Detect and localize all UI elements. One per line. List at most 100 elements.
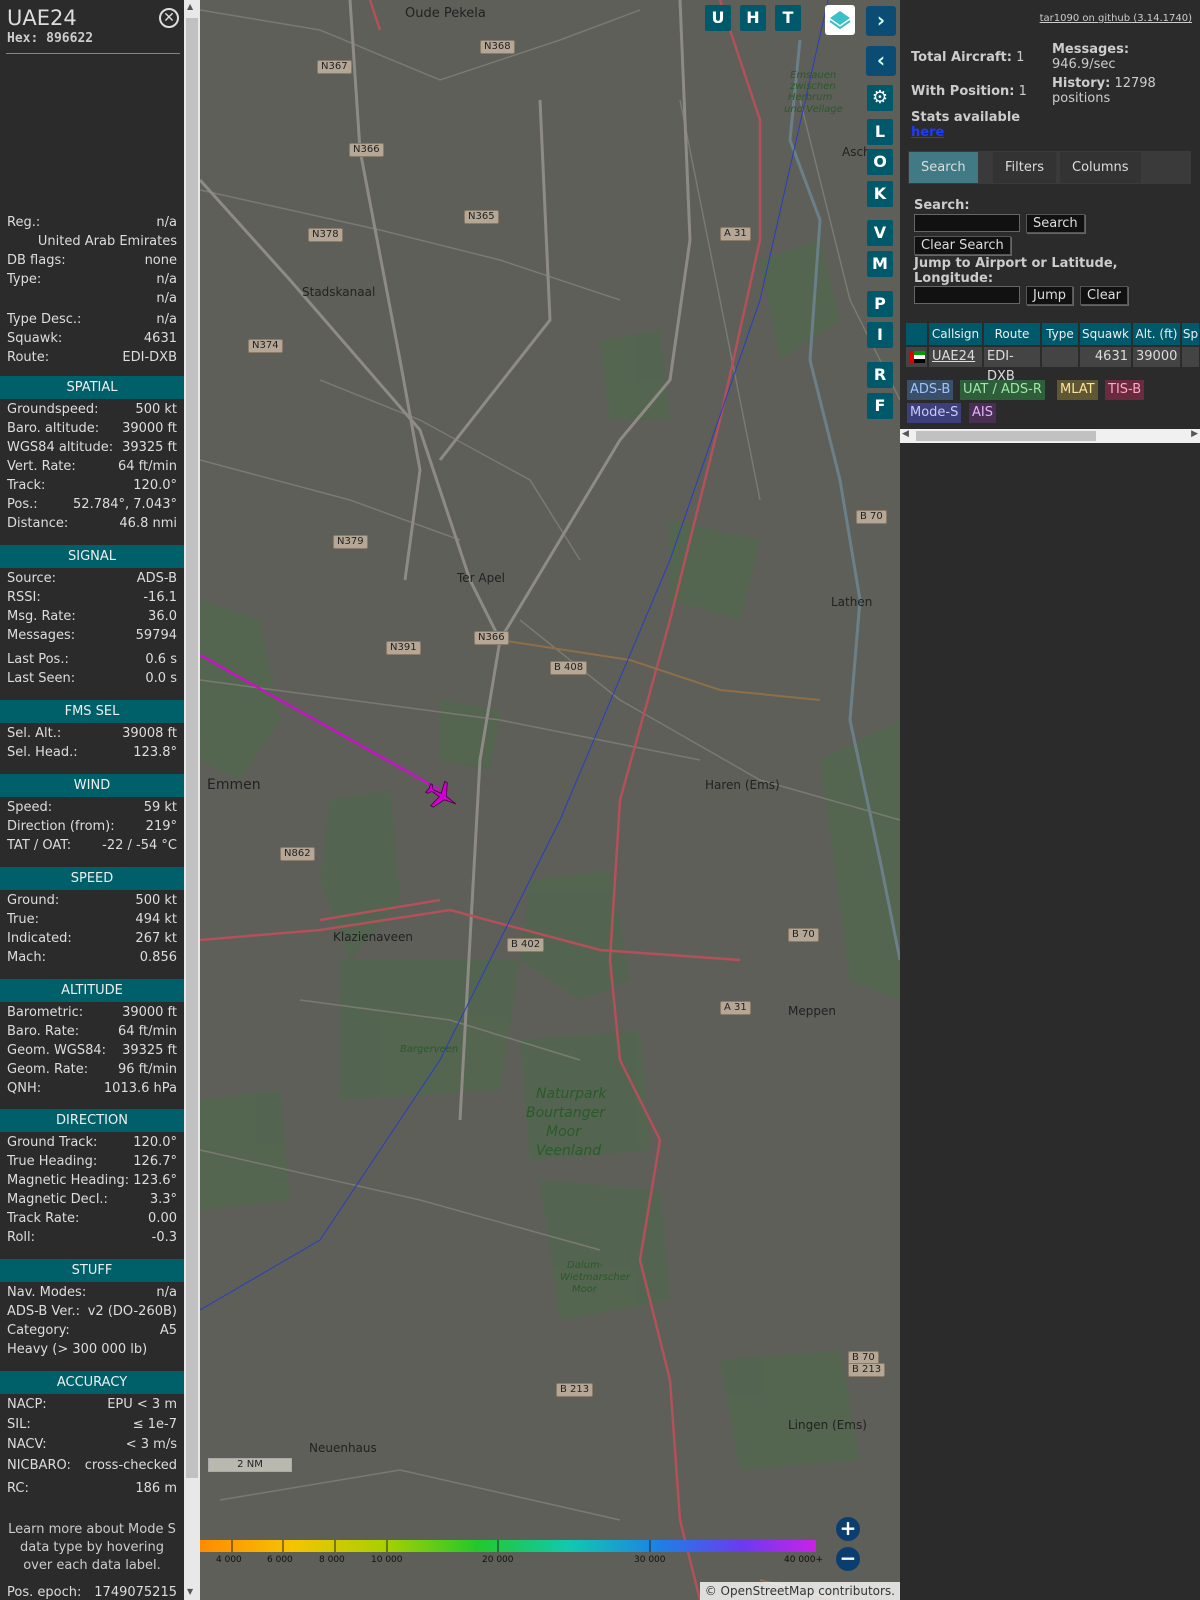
info-value: -16.1	[143, 590, 177, 605]
source-filter-chip[interactable]: UAT / ADS-R	[960, 380, 1045, 400]
map-place-label: Dalum-	[567, 1260, 604, 1271]
map-toggle-button-m[interactable]: M	[867, 251, 893, 277]
section-header-accuracy[interactable]: ACCURACY	[0, 1371, 184, 1394]
info-label: Speed:	[7, 800, 53, 815]
map-place-label: Neuenhaus	[309, 1441, 377, 1455]
table-header-squawk[interactable]: Squawk	[1080, 323, 1132, 345]
info-label: Pos.:	[7, 497, 38, 512]
table-header-speed[interactable]: Sp	[1182, 323, 1200, 345]
map-toggle-button-k[interactable]: K	[867, 181, 893, 207]
stats-link[interactable]: here	[911, 125, 944, 140]
gear-icon: ⚙	[871, 87, 889, 108]
search-button[interactable]: Search	[1026, 214, 1085, 233]
info-value: 39325 ft	[122, 1043, 177, 1058]
jump-input[interactable]	[914, 286, 1020, 304]
info-value: 120.0°	[133, 478, 177, 493]
map-place-label: Ter Apel	[457, 571, 505, 585]
jump-button[interactable]: Jump	[1026, 286, 1073, 305]
source-filter-chip[interactable]: Mode-S	[907, 403, 962, 423]
info-label: Baro. Rate:	[7, 1024, 80, 1039]
section-header-fms[interactable]: FMS SEL	[0, 700, 184, 723]
info-value: 186 m	[135, 1481, 177, 1496]
info-value: 1749075215	[94, 1585, 177, 1600]
section-header-spatial[interactable]: SPATIAL	[0, 376, 184, 399]
map-toggle-button-h[interactable]: H	[740, 5, 766, 31]
map-toggle-button-v[interactable]: V	[867, 220, 893, 246]
callsign-cell[interactable]: UAE24	[929, 347, 983, 367]
source-filter-chip[interactable]: ADS-B	[907, 380, 954, 400]
map-view[interactable]: Oude Pekela Stadskanaal Ter Apel Emmen Klazi…	[200, 0, 900, 1600]
messages-label: Messages:	[1052, 42, 1130, 57]
map-place-label: Lingen (Ems)	[788, 1418, 867, 1432]
table-header-callsign[interactable]: Callsign	[929, 323, 983, 345]
clear-button[interactable]: Clear	[1080, 286, 1128, 305]
map-toggle-button-f[interactable]: F	[867, 393, 893, 419]
section-header-signal[interactable]: SIGNAL	[0, 545, 184, 568]
map-toggle-button-o[interactable]: O	[867, 149, 893, 175]
close-icon[interactable]: ✕	[159, 8, 179, 28]
info-label: Pos. epoch:	[7, 1585, 82, 1600]
source-filter-chip[interactable]: MLAT	[1057, 380, 1098, 400]
info-label: QNH:	[7, 1081, 42, 1096]
table-header-altitude[interactable]: Alt. (ft)	[1133, 323, 1181, 345]
road-shield: B 70	[788, 928, 819, 942]
map-toggle-button-u[interactable]: U	[705, 5, 731, 31]
info-label: Nav. Modes:	[7, 1285, 87, 1300]
road-shield: N379	[333, 535, 368, 549]
settings-button[interactable]: ⚙	[867, 85, 893, 111]
info-value: -22 / -54 °C	[102, 838, 177, 853]
scroll-left-icon[interactable]: ◀	[902, 429, 909, 439]
section-header-altitude[interactable]: ALTITUDE	[0, 979, 184, 1002]
scroll-down-icon[interactable]: ▼	[187, 1587, 193, 1596]
info-value: none	[144, 253, 177, 268]
github-link[interactable]: tar1090 on github (3.14.1740)	[1040, 13, 1192, 24]
map-place-label: Moor	[546, 1124, 581, 1140]
info-value: 267 kt	[135, 931, 177, 946]
search-input[interactable]	[914, 214, 1020, 232]
scroll-right-icon[interactable]: ▶	[1191, 429, 1198, 439]
info-value: 96 ft/min	[117, 1062, 177, 1077]
section-header-stuff[interactable]: STUFF	[0, 1259, 184, 1282]
openstreetmap-link[interactable]: OpenStreetMap	[721, 1584, 815, 1598]
map-toggle-button-r[interactable]: R	[867, 362, 893, 388]
map-place-label: Wietmarscher	[560, 1272, 631, 1283]
zoom-out-button[interactable]: −	[836, 1547, 860, 1571]
map-toggle-button-l[interactable]: L	[867, 119, 893, 145]
expand-panel-button[interactable]: ›	[866, 6, 896, 36]
info-label: Sel. Head.:	[7, 745, 78, 760]
tab-columns[interactable]: Columns	[1060, 152, 1141, 183]
source-filter-chip[interactable]: AIS	[969, 403, 996, 423]
map-toggle-button-i[interactable]: I	[867, 322, 893, 348]
info-value: A5	[159, 1323, 177, 1338]
tab-filters[interactable]: Filters	[993, 152, 1056, 183]
section-header-wind[interactable]: WIND	[0, 774, 184, 797]
section-header-direction[interactable]: DIRECTION	[0, 1109, 184, 1132]
map-scale: 2 NM	[208, 1458, 292, 1472]
colorbar-tick-label: 8 000	[319, 1555, 345, 1565]
sidebar-scrollbar[interactable]: ▲ ▼	[184, 0, 200, 1600]
info-label: Magnetic Heading:	[7, 1173, 130, 1188]
map-toggle-button-p[interactable]: P	[867, 291, 893, 317]
info-value: 39000 ft	[122, 421, 177, 436]
table-header-route[interactable]: Route	[984, 323, 1041, 345]
collapse-panel-button[interactable]: ‹	[866, 46, 896, 76]
clear-search-button[interactable]: Clear Search	[914, 236, 1011, 255]
hscrollbar-thumb[interactable]	[916, 431, 1096, 441]
scrollbar-thumb[interactable]	[186, 18, 198, 1478]
map-place-label: Oude Pekela	[405, 6, 486, 21]
map-place-label: Herbrum	[788, 92, 833, 103]
info-label: TAT / OAT:	[7, 838, 72, 853]
section-header-speed[interactable]: SPEED	[0, 867, 184, 890]
scroll-up-icon[interactable]: ▲	[187, 2, 193, 11]
tab-search[interactable]: Search	[909, 152, 978, 183]
info-value: 494 kt	[135, 912, 177, 927]
aircraft-callsign-title: UAE24	[7, 6, 77, 30]
layers-button[interactable]	[825, 5, 855, 35]
road-shield: B 70	[856, 510, 887, 524]
table-header-type[interactable]: Type	[1042, 323, 1079, 345]
zoom-in-button[interactable]: +	[836, 1517, 860, 1541]
map-toggle-button-t[interactable]: T	[775, 5, 801, 31]
table-horizontal-scrollbar[interactable]: ◀ ▶	[900, 429, 1200, 443]
table-header-flag[interactable]	[906, 323, 928, 345]
source-filter-chip[interactable]: TIS-B	[1105, 380, 1145, 400]
